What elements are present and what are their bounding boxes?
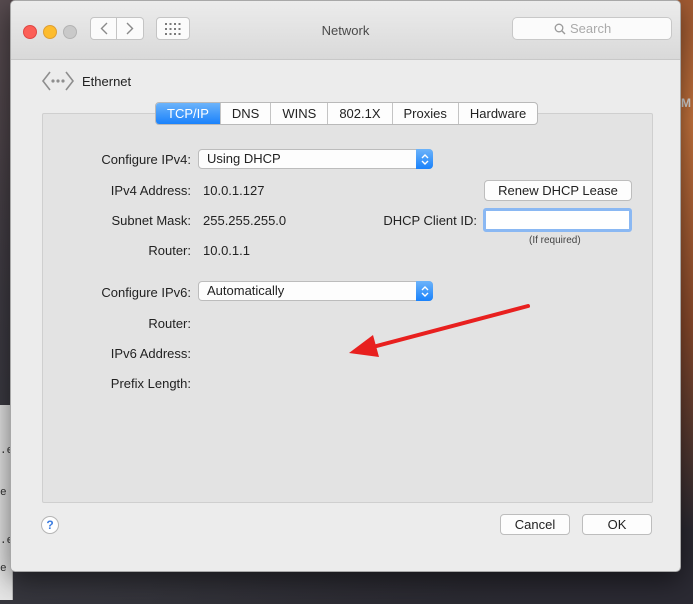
configure-ipv4-value: Using DHCP [207,151,281,166]
tab-hardware[interactable]: Hardware [457,103,537,124]
ipv4-address-label: IPv4 Address: [110,183,191,198]
dhcp-client-id-input[interactable] [483,208,632,232]
ipv4-router-label: Router: [148,243,191,258]
updown-chevron-icon [421,285,428,297]
tab-proxies[interactable]: Proxies [391,103,458,124]
ipv6-address-label: IPv6 Address: [110,346,191,361]
cancel-button[interactable]: Cancel [500,514,570,535]
renew-dhcp-lease-button[interactable]: Renew DHCP Lease [484,180,632,201]
tab-dns[interactable]: DNS [219,103,270,124]
title-bar: Network [11,1,680,60]
ok-button[interactable]: OK [582,514,652,535]
configure-ipv6-value: Automatically [207,283,285,298]
configure-ipv6-popup[interactable]: Automatically [198,281,433,301]
configure-ipv4-label: Configure IPv4: [101,152,191,167]
subnet-mask-value: 255.255.255.0 [203,213,287,228]
configure-ipv6-label: Configure IPv6: [101,285,191,300]
ipv4-router-value: 10.0.1.1 [203,243,250,258]
subnet-mask-label: Subnet Mask: [111,213,192,228]
terminal-line: e [0,563,7,575]
configure-ipv4-popup[interactable]: Using DHCP [198,149,433,169]
tab-tcp-ip[interactable]: TCP/IP [156,103,220,124]
tab-bar: TCP/IP DNS WINS 802.1X Proxies Hardware [155,102,539,125]
dhcp-client-id-label: DHCP Client ID: [383,213,477,228]
ethernet-icon [41,71,75,91]
tab-802-1x[interactable]: 802.1X [327,103,391,124]
help-button[interactable]: ? [41,516,59,534]
terminal-line: e [0,487,7,499]
network-preferences-window: Network Ethernet TCP/IP DNS WINS 802.1X … [10,0,681,572]
search-icon [554,23,566,34]
background-window-letter: M [681,96,691,110]
updown-chevron-icon [421,153,428,165]
search-field[interactable] [512,17,672,40]
ipv6-router-label: Router: [148,316,191,331]
prefix-length-label: Prefix Length: [110,376,191,391]
dhcp-client-id-hint: (If required) [529,235,581,246]
ipv4-address-value: 10.0.1.127 [203,183,265,198]
tab-wins[interactable]: WINS [270,103,327,124]
annotation-arrow-icon [349,304,530,357]
interface-name: Ethernet [82,74,132,89]
search-input[interactable] [566,21,630,36]
